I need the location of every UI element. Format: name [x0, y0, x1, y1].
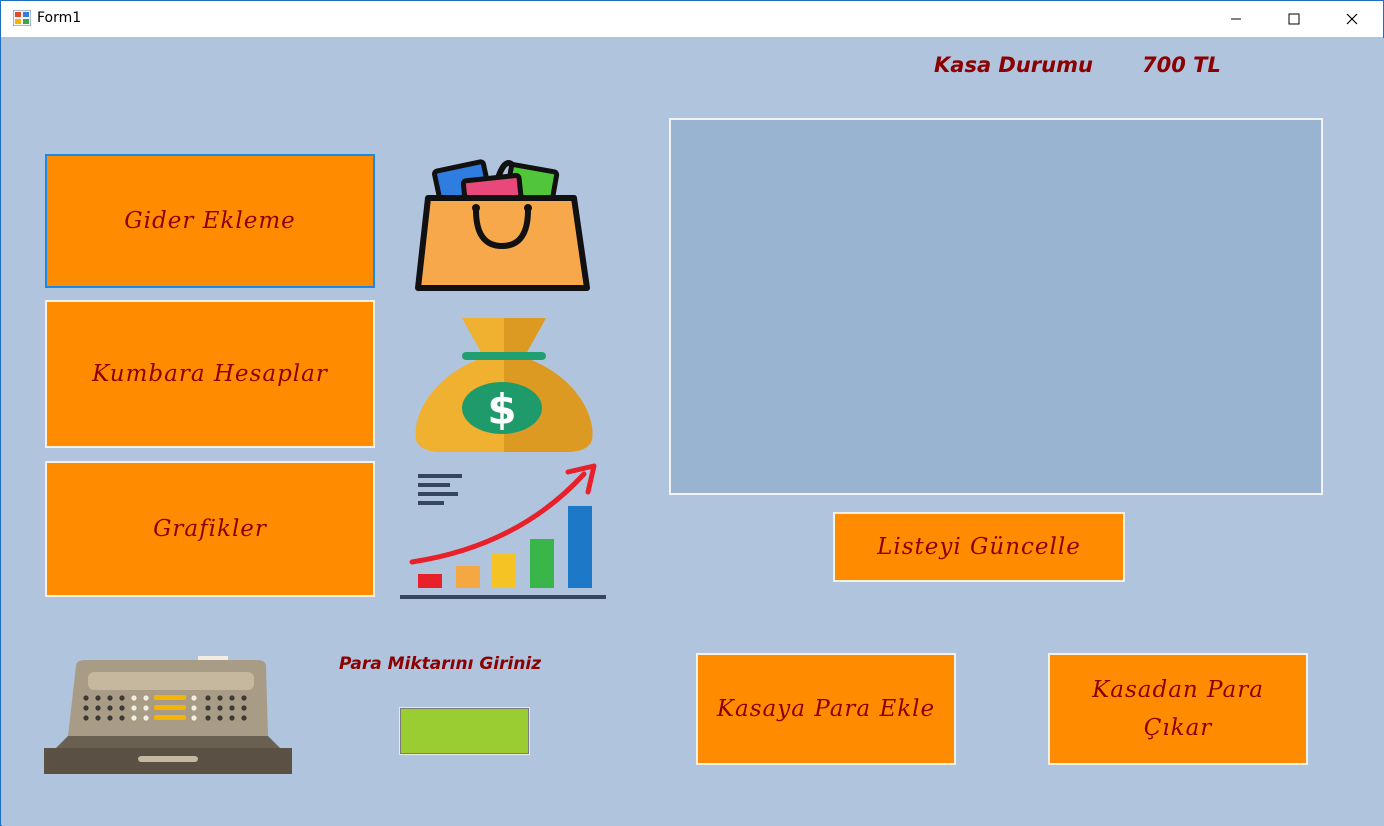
app-window: Form1 Kasa Durumu 700 TL Gider Ekleme Ku… [0, 0, 1384, 826]
svg-text:$: $ [487, 385, 516, 434]
kasaya-para-ekle-button[interactable]: Kasaya Para Ekle [696, 653, 956, 765]
maximize-button[interactable] [1265, 1, 1323, 37]
cash-register-icon[interactable] [42, 652, 294, 776]
window-title: Form1 [37, 10, 82, 26]
minimize-button[interactable] [1207, 1, 1265, 37]
app-icon [13, 10, 31, 26]
money-bag-icon[interactable]: $ [412, 316, 596, 454]
shopping-bag-icon[interactable] [410, 148, 596, 294]
listeyi-guncelle-button[interactable]: Listeyi Güncelle [833, 512, 1125, 582]
close-icon [1346, 13, 1358, 25]
gider-ekleme-button[interactable]: Gider Ekleme [45, 154, 375, 288]
form-client-area: Kasa Durumu 700 TL Gider Ekleme Kumbara … [2, 38, 1384, 826]
expense-listbox[interactable] [669, 118, 1323, 495]
minimize-icon [1231, 18, 1241, 20]
close-button[interactable] [1323, 1, 1381, 37]
maximize-icon [1288, 13, 1300, 25]
para-miktari-label: Para Miktarını Giriniz [339, 654, 542, 674]
kasa-durumu-label: Kasa Durumu [934, 53, 1093, 77]
amount-input[interactable] [399, 707, 530, 755]
kasadan-para-cikar-button[interactable]: Kasadan Para Çıkar [1048, 653, 1308, 765]
growth-chart-icon[interactable] [398, 456, 608, 604]
kasa-durumu-value: 700 TL [1142, 53, 1221, 77]
grafikler-button[interactable]: Grafikler [45, 461, 375, 597]
kumbara-hesaplar-button[interactable]: Kumbara Hesaplar [45, 300, 375, 448]
title-bar[interactable]: Form1 [1, 1, 1383, 37]
